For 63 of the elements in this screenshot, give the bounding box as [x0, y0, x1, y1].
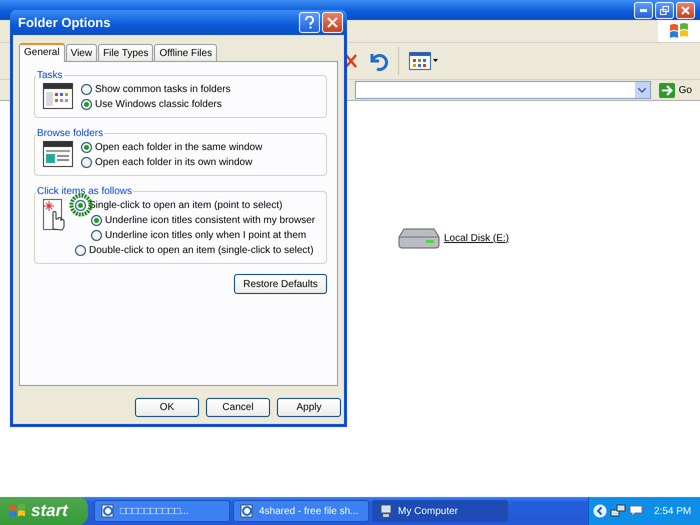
- option-label: Open each folder in the same window: [95, 142, 262, 153]
- speech-bubble-icon[interactable]: [629, 505, 643, 517]
- radio-button[interactable]: [81, 84, 92, 95]
- go-button[interactable]: Go: [654, 82, 700, 98]
- dialog-button[interactable]: Cancel: [206, 398, 270, 417]
- minimize-button[interactable]: [634, 2, 653, 18]
- web-page-icon: [240, 504, 254, 518]
- group-title: Browse folders: [36, 128, 104, 139]
- option-label: Open each folder in its own window: [95, 157, 252, 168]
- radio-button[interactable]: [75, 245, 86, 256]
- hand-pointer-icon: [43, 199, 67, 231]
- tab[interactable]: View: [66, 44, 98, 61]
- dropdown-button[interactable]: [634, 82, 650, 98]
- drive-label[interactable]: Local Disk (E:): [444, 232, 510, 244]
- delete-icon[interactable]: [344, 53, 358, 69]
- dialog-button[interactable]: Apply: [277, 398, 341, 417]
- restore-icon: [660, 6, 669, 14]
- close-icon: [327, 17, 338, 28]
- tab[interactable]: File Types: [98, 44, 154, 61]
- windows-logo-icon: [8, 503, 26, 519]
- option-label: Use Windows classic folders: [95, 99, 222, 110]
- tab[interactable]: Offline Files: [154, 44, 218, 61]
- dialog-button[interactable]: OK: [135, 398, 199, 417]
- help-icon: [305, 16, 314, 29]
- arrow-right-icon: [658, 82, 675, 98]
- undo-icon[interactable]: [368, 51, 388, 71]
- group-title: Click items as follows: [36, 186, 134, 197]
- option-label: Show common tasks in folders: [95, 84, 231, 95]
- radio-button[interactable]: [81, 157, 92, 168]
- radio-button[interactable]: [91, 230, 102, 241]
- radio-button[interactable]: [81, 142, 92, 153]
- taskbar-button[interactable]: □□□□□□□□□□...: [94, 500, 230, 522]
- web-page-icon: [101, 504, 115, 518]
- windows-logo-icon: [669, 22, 689, 40]
- minimize-icon: [640, 8, 647, 12]
- taskbar-button[interactable]: My Computer: [372, 500, 508, 522]
- close-button[interactable]: [676, 2, 695, 18]
- group-title: Tasks: [36, 70, 64, 81]
- window-icon: [43, 141, 73, 167]
- window-icon: [43, 83, 73, 109]
- radio-button[interactable]: [75, 200, 86, 211]
- close-icon: [681, 6, 690, 14]
- chevron-down-icon: [638, 88, 646, 92]
- address-field[interactable]: [355, 81, 651, 99]
- radio-button[interactable]: [91, 215, 102, 226]
- option-label: Single-click to open an item (point to select): [89, 200, 282, 211]
- computer-icon: [379, 504, 393, 518]
- network-icon[interactable]: [610, 504, 626, 518]
- clock: 2:54 PM: [654, 506, 692, 516]
- dialog-title: Folder Options: [18, 15, 112, 30]
- close-button[interactable]: [322, 12, 343, 33]
- option-label: Underline icon titles only when I point at them: [105, 230, 306, 241]
- radio-button[interactable]: [81, 99, 92, 110]
- views-icon[interactable]: [409, 52, 439, 70]
- restore-button[interactable]: [655, 2, 674, 18]
- drive-icon[interactable]: [398, 227, 440, 249]
- help-button[interactable]: [299, 12, 320, 33]
- option-label: Double-click to open an item (single-click to select): [89, 245, 314, 256]
- taskbar-button[interactable]: 4shared - free file sh...: [233, 500, 369, 522]
- option-label: Underline icon titles consistent with my browser: [105, 215, 316, 226]
- tab[interactable]: General: [19, 43, 65, 62]
- expand-tray-icon[interactable]: [593, 504, 607, 518]
- restore-defaults-button[interactable]: Restore Defaults: [234, 274, 327, 294]
